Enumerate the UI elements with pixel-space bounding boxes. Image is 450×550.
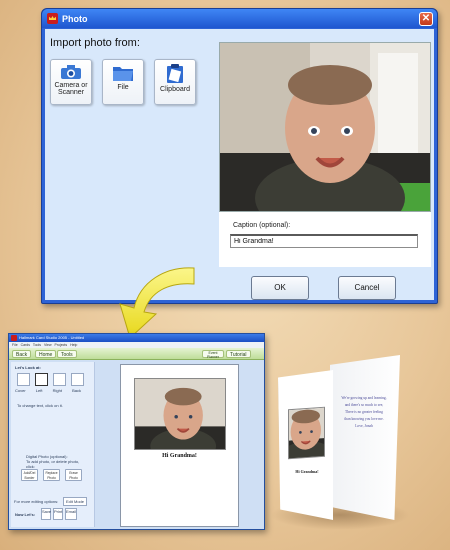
card-studio-window: Hallmark Card Studio 2005 - Untitled Fil…	[8, 333, 265, 530]
save-button[interactable]: Save	[41, 508, 51, 520]
card-photo-image[interactable]	[134, 378, 226, 450]
digital-photo-hint: To add photo, or delete photo, click:	[26, 459, 80, 469]
dialog-titlebar[interactable]: Photo	[42, 9, 437, 28]
clipboard-label: Clipboard	[160, 86, 190, 93]
dialog-title: Photo	[62, 13, 88, 24]
dialog-client: Import photo from: Camera or Scanner Fil…	[45, 29, 434, 300]
import-label: Import photo from:	[50, 37, 140, 49]
verse-line-4: than knowing you love me.	[344, 417, 384, 421]
card-page[interactable]: Hi Grandma!	[120, 364, 239, 527]
caption-area: Caption (optional):	[219, 212, 431, 267]
caption-input[interactable]	[230, 234, 418, 248]
card-inside-panel	[330, 355, 400, 520]
card-canvas: Hi Grandma!	[97, 362, 262, 527]
ok-button[interactable]: OK	[251, 276, 309, 300]
camera-scanner-label: Camera or Scanner	[54, 82, 88, 96]
now-lets-label: Now Let's:	[15, 512, 36, 517]
replace-photo-button[interactable]: Replace Photo	[43, 469, 60, 481]
nav-event-planner[interactable]: Event Planner	[202, 350, 224, 359]
camera-scanner-button[interactable]: Camera or Scanner	[50, 59, 92, 105]
crown-icon	[47, 13, 58, 24]
app-nav-bar: Back Home Tools Event Planner Tutorial	[9, 348, 264, 360]
thumb-right[interactable]	[53, 373, 66, 386]
nav-home[interactable]: Home	[35, 350, 57, 358]
baby-photo-image	[220, 43, 430, 211]
erase-photo-button[interactable]: Erase Photo	[65, 469, 82, 481]
caption-label: Caption (optional):	[233, 222, 291, 229]
card-baby-photo	[135, 379, 225, 449]
app-left-panel: Let's Look at: Cover Left Right Back To …	[11, 362, 95, 527]
more-options-label: For more editing options:	[14, 499, 59, 504]
thumb-label-left: Left	[35, 388, 43, 393]
thumb-label-cover: Cover	[15, 388, 26, 393]
edit-mode-button[interactable]: Edit Mode	[63, 497, 88, 506]
nav-tools[interactable]: Tools	[57, 350, 77, 358]
file-button[interactable]: File	[102, 59, 144, 105]
clipboard-icon	[167, 64, 183, 83]
change-text-hint: To change text, click on it.	[17, 403, 63, 408]
close-icon: ✕	[421, 13, 431, 24]
add-del-border-button[interactable]: Add/Del Border	[21, 469, 38, 481]
thumb-labels: Cover Left Right Back	[15, 388, 95, 393]
thumb-left[interactable]	[35, 373, 48, 386]
thumb-label-back: Back	[72, 388, 81, 393]
yellow-arrow-icon	[119, 267, 195, 339]
email-button[interactable]: Email	[65, 508, 77, 520]
nav-tutorial[interactable]: Tutorial	[226, 350, 251, 358]
card-verse: We're growing up and learning, and there…	[332, 395, 396, 430]
printed-baby-photo	[288, 406, 325, 460]
photo-preview	[219, 42, 431, 212]
cancel-button[interactable]: Cancel	[338, 276, 396, 300]
thumb-label-right: Right	[52, 388, 62, 393]
app-titlebar: Hallmark Card Studio 2005 - Untitled	[9, 334, 264, 342]
print-button[interactable]: Print	[53, 508, 63, 520]
camera-icon	[61, 65, 81, 79]
lets-look-heading: Let's Look at:	[15, 365, 41, 370]
printed-card: We're growing up and learning, and there…	[270, 350, 448, 530]
photo-dialog: Photo ✕ Import photo from: Camera or Sca…	[41, 8, 438, 304]
nav-back[interactable]: Back	[12, 350, 32, 358]
verse-line-1: We're growing up and learning,	[341, 396, 387, 400]
clipboard-button[interactable]: Clipboard	[154, 59, 196, 105]
thumb-back[interactable]	[71, 373, 84, 386]
verse-line-2: and there's so much to see,	[344, 403, 384, 407]
close-button[interactable]: ✕	[419, 12, 433, 26]
thumb-cover[interactable]	[17, 373, 30, 386]
card-front-panel: Hi Grandma!	[278, 370, 333, 520]
verse-line-3: There is no greater feeling	[345, 410, 383, 414]
verse-signature: Love, Jonah	[355, 424, 373, 428]
printed-caption: Hi Grandma!	[295, 469, 319, 474]
card-caption[interactable]: Hi Grandma!	[121, 453, 238, 459]
file-label: File	[117, 84, 129, 91]
printed-photo-image	[288, 406, 325, 460]
folder-icon	[113, 67, 133, 81]
